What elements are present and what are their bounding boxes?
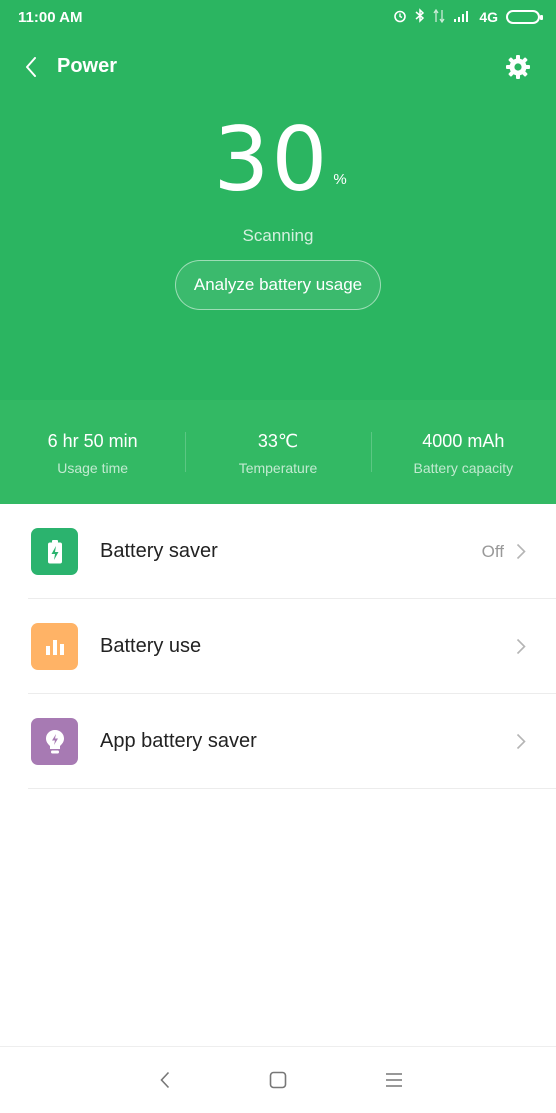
- power-menu-list: Battery saver Off Battery use App batter…: [0, 504, 556, 789]
- chevron-right-icon: [514, 542, 528, 562]
- menu-item-label: Battery use: [100, 635, 202, 657]
- settings-button[interactable]: [502, 51, 534, 83]
- network-type: 4G: [479, 9, 498, 25]
- battery-percent-display: 30%: [0, 112, 556, 208]
- battery-icon: [506, 10, 543, 24]
- stat-label: Usage time: [57, 460, 129, 476]
- status-time: 11:00 AM: [18, 9, 83, 26]
- battery-header: 11:00 AM 4G Power 30 % Scanning Analyze …: [0, 0, 556, 400]
- menu-item-battery-use[interactable]: Battery use: [0, 599, 556, 694]
- nav-home-button[interactable]: [263, 1067, 293, 1093]
- data-arrows-icon: [433, 8, 445, 26]
- divider: [28, 788, 556, 789]
- battery-percent: 30: [213, 108, 330, 211]
- stat-label: Temperature: [238, 460, 318, 476]
- stat-value: 33℃: [257, 431, 299, 451]
- gear-icon: [506, 55, 530, 79]
- nav-back-icon: [160, 1071, 170, 1089]
- menu-item-value: Off: [481, 541, 504, 561]
- stat-value: 6 hr 50 min: [47, 431, 138, 451]
- chevron-left-icon: [26, 57, 36, 77]
- stat-value: 4000 mAh: [422, 431, 505, 451]
- bar-chart-icon: [31, 623, 78, 670]
- menu-item-battery-saver[interactable]: Battery saver Off: [0, 504, 556, 599]
- stat-temperature: 33℃ Temperature: [185, 400, 370, 504]
- menu-item-label: App battery saver: [100, 730, 257, 752]
- nav-menu-icon: [386, 1073, 402, 1087]
- back-button[interactable]: [16, 52, 46, 82]
- chevron-right-icon: [514, 637, 528, 657]
- battery-bolt-icon: [31, 528, 78, 575]
- nav-home-icon: [269, 1071, 287, 1089]
- stat-usage-time: 6 hr 50 min Usage time: [0, 400, 185, 504]
- nav-menu-button[interactable]: [379, 1067, 409, 1093]
- page-title: Power: [57, 55, 118, 77]
- stat-label: Battery capacity: [413, 460, 514, 476]
- app-bar: Power: [0, 44, 556, 90]
- status-icons: 4G: [393, 8, 543, 26]
- signal-icon: [453, 9, 471, 25]
- chevron-right-icon: [514, 732, 528, 752]
- bulb-bolt-icon: [31, 718, 78, 765]
- battery-stats: 6 hr 50 min Usage time 33℃ Temperature 4…: [0, 400, 556, 504]
- status-bar: 11:00 AM 4G: [0, 0, 556, 36]
- scan-status: Scanning: [242, 226, 314, 245]
- nav-back-button[interactable]: [150, 1067, 180, 1093]
- stat-battery-capacity: 4000 mAh Battery capacity: [370, 400, 556, 504]
- menu-item-label: Battery saver: [100, 540, 218, 562]
- alarm-icon: [393, 9, 407, 26]
- menu-item-app-battery-saver[interactable]: App battery saver: [0, 694, 556, 789]
- percent-sign: %: [333, 171, 347, 188]
- analyze-battery-button[interactable]: Analyze battery usage: [175, 260, 381, 310]
- system-nav-bar: [0, 1046, 556, 1113]
- bluetooth-icon: [415, 8, 425, 26]
